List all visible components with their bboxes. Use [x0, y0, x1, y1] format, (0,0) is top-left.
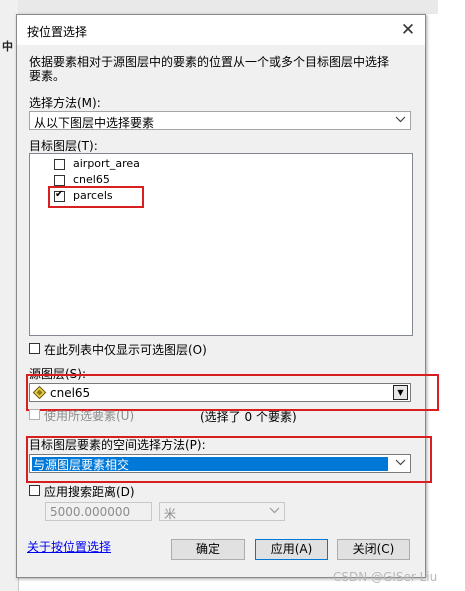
target-layer-label: airport_area: [73, 157, 140, 170]
search-distance-input: 5000.000000: [45, 502, 152, 521]
search-distance-label: 应用搜索距离(D): [44, 485, 135, 499]
only-selectable-label: 在此列表中仅显示可选图层(O): [44, 343, 207, 357]
annotation-highlight-parcels: [48, 186, 144, 208]
use-selected-features-option: 使用所选要素(U): [29, 407, 179, 423]
target-layer-label: cnel65: [73, 173, 110, 186]
only-selectable-checkbox[interactable]: [29, 343, 40, 354]
watermark: CSDN @GISer Liu: [333, 570, 438, 584]
annotation-highlight-spatial-method: [26, 436, 432, 483]
target-layers-label: 目标图层(T):: [29, 139, 98, 153]
target-layer-checkbox[interactable]: [54, 159, 65, 170]
search-distance-checkbox[interactable]: [29, 485, 40, 496]
ok-button[interactable]: 确定: [171, 539, 245, 560]
use-selected-features-label: 使用所选要素(U): [44, 409, 135, 423]
search-distance-value: 5000.000000: [50, 505, 131, 519]
chevron-down-icon: [267, 504, 281, 519]
only-selectable-layers-option[interactable]: 在此列表中仅显示可选图层(O): [29, 341, 329, 357]
apply-button[interactable]: 应用(A): [255, 539, 328, 560]
selection-method-dropdown[interactable]: 从以下图层中选择要素: [29, 111, 411, 130]
annotation-highlight-source-layer: [26, 374, 439, 411]
select-by-location-dialog: 按位置选择 ✕ 依据要素相对于源图层中的要素的位置从一个或多个目标图层中选择要素…: [16, 14, 439, 578]
distance-unit-value: 米: [164, 507, 177, 521]
help-link[interactable]: 关于按位置选择: [27, 538, 111, 555]
target-layer-checkbox[interactable]: [54, 175, 65, 186]
dialog-description: 依据要素相对于源图层中的要素的位置从一个或多个目标图层中选择要素。: [29, 55, 390, 83]
selection-method-value: 从以下图层中选择要素: [34, 116, 155, 130]
dialog-title: 按位置选择: [27, 25, 88, 39]
chevron-down-icon: [393, 113, 407, 128]
dialog-titlebar: 按位置选择 ✕: [17, 15, 425, 45]
distance-unit-dropdown: 米: [159, 502, 285, 521]
close-icon[interactable]: ✕: [397, 19, 419, 41]
close-button[interactable]: 关闭(C): [337, 539, 410, 560]
selected-count-text: (选择了 0 个要素): [200, 410, 297, 424]
search-distance-option[interactable]: 应用搜索距离(D): [29, 483, 179, 499]
background-toolbar: [18, 0, 438, 14]
use-selected-features-checkbox: [29, 409, 40, 420]
target-layers-list[interactable]: airport_area cnel65 parcels: [29, 153, 413, 336]
selection-method-label: 选择方法(M):: [29, 96, 101, 110]
